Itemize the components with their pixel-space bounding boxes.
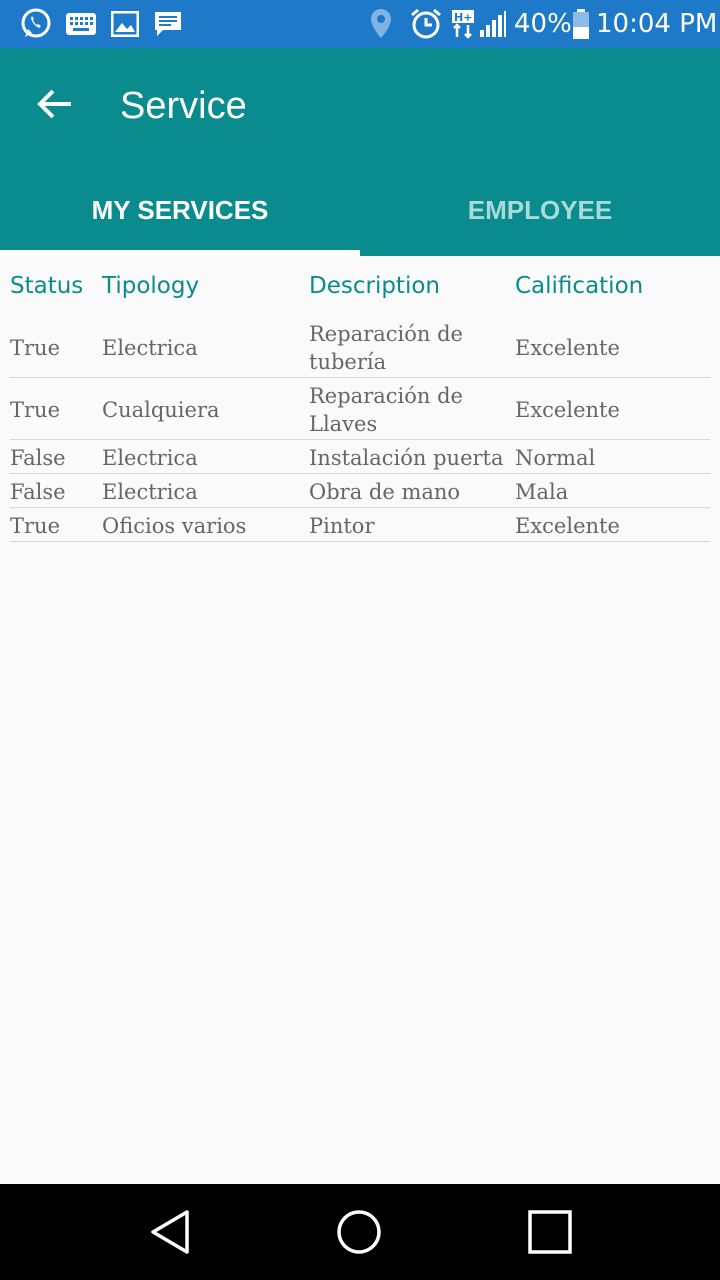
cell-status: True [10, 514, 60, 538]
cell-tipology: Electrica [102, 446, 198, 470]
cell-status: False [10, 446, 66, 470]
cell-tipology: Electrica [102, 480, 198, 504]
row-divider [10, 377, 710, 378]
cell-status: True [10, 336, 60, 360]
cell-description: Obra de mano [309, 480, 461, 504]
cell-calification: Excelente [515, 398, 620, 422]
cell-status: True [10, 398, 60, 422]
header-status: Status [10, 273, 84, 299]
tab-indicator [0, 250, 360, 256]
signal-icon [478, 0, 508, 48]
image-icon [110, 0, 140, 48]
cell-calification: Mala [515, 480, 569, 504]
nav-home-button[interactable] [319, 1202, 399, 1262]
cell-calification: Normal [515, 446, 596, 470]
row-divider [10, 541, 710, 542]
page-title: Service [120, 85, 247, 127]
recents-square-icon [528, 1210, 572, 1254]
whatsapp-icon [18, 0, 54, 48]
cell-description: Reparación de Llaves [309, 384, 463, 436]
hplus-data-icon: H+ [450, 0, 476, 48]
header-description: Description [309, 273, 440, 299]
svg-text:H+: H+ [454, 11, 472, 24]
nav-recents-button[interactable] [510, 1202, 590, 1262]
cell-description: Reparación de tubería [309, 322, 463, 374]
cell-tipology: Cualquiera [102, 398, 220, 422]
back-button[interactable] [24, 78, 86, 130]
arrow-left-icon [37, 89, 71, 119]
tab-my-services[interactable]: MY SERVICES [0, 164, 360, 256]
battery-icon [570, 0, 592, 48]
row-divider [10, 439, 710, 440]
cell-calification: Excelente [515, 514, 620, 538]
nav-back-button[interactable] [130, 1202, 210, 1262]
clock: 10:04 PM [596, 9, 718, 39]
cell-description: Pintor [309, 514, 375, 538]
cell-calification: Excelente [515, 336, 620, 360]
status-bar: H+ 40%. 10:04 PM [0, 0, 720, 48]
row-divider [10, 473, 710, 474]
cell-description: Instalación puerta [309, 446, 504, 470]
cell-tipology: Electrica [102, 336, 198, 360]
app-bar: Service MY SERVICES EMPLOYEE [0, 48, 720, 256]
row-divider [10, 507, 710, 508]
header-calification: Calification [515, 273, 644, 299]
back-triangle-icon [151, 1210, 189, 1254]
alarm-icon [408, 0, 444, 48]
keyboard-icon [64, 0, 98, 48]
cell-tipology: Oficios varios [102, 514, 247, 538]
message-icon [152, 0, 184, 48]
navigation-bar [0, 1184, 720, 1280]
location-icon [368, 0, 394, 48]
header-tipology: Tipology [102, 273, 200, 299]
tab-employee[interactable]: EMPLOYEE [360, 164, 720, 256]
cell-status: False [10, 480, 66, 504]
home-circle-icon [337, 1210, 381, 1254]
